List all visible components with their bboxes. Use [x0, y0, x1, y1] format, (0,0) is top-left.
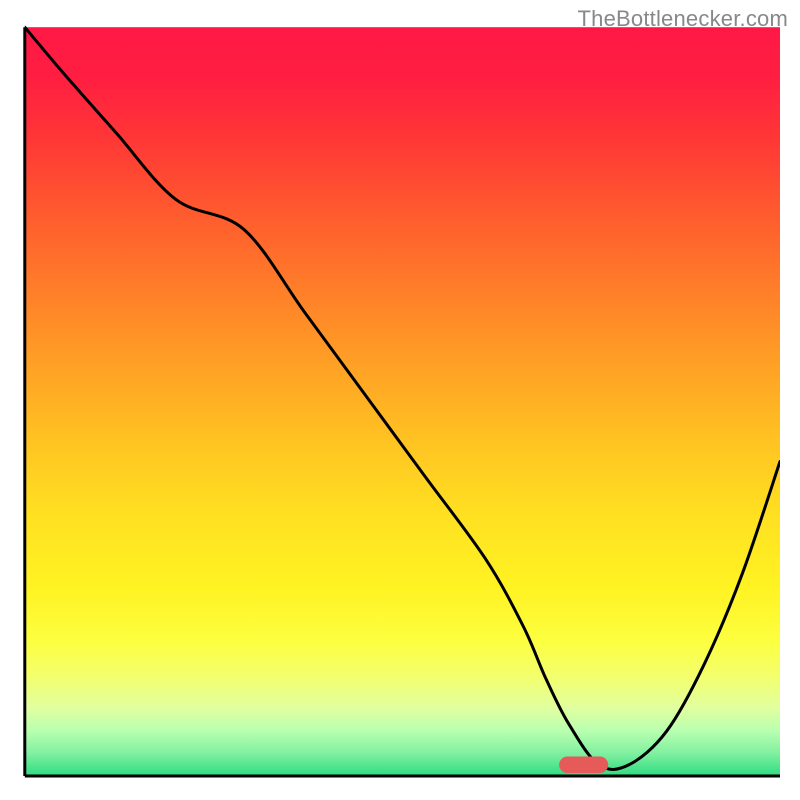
- bottleneck-chart: [0, 0, 800, 800]
- chart-container: TheBottlenecker.com: [0, 0, 800, 800]
- gradient-background: [25, 27, 780, 776]
- optimal-marker: [559, 757, 608, 773]
